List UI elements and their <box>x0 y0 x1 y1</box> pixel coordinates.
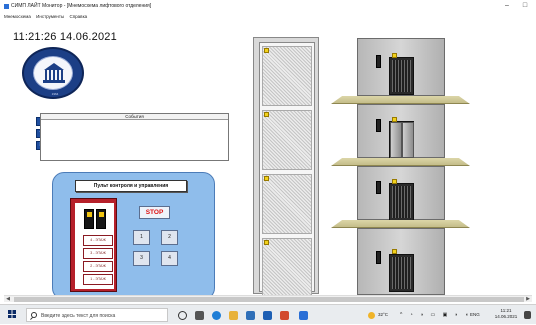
scroll-right-icon[interactable]: ▶ <box>524 296 532 303</box>
call-button-1[interactable]: 1 <box>133 230 150 245</box>
call-button-4[interactable]: 4 <box>161 251 178 266</box>
app-window: СИМП ЛАЙТ Монитор - [Мнемосхема лифтовог… <box>0 0 536 324</box>
taskbar-search-input[interactable]: Введите здесь текст для поиска <box>26 308 168 322</box>
horizontal-scrollbar[interactable]: ◀ ▶ <box>4 295 532 302</box>
cabin-control-box: 4 - ЭТАЖ 3 - ЭТАЖ 2 - ЭТАЖ 1 - ЭТАЖ <box>70 198 117 292</box>
cabin-lamp-icon <box>87 212 92 217</box>
door-leaf-right <box>402 122 414 158</box>
elevator-door-floor-2 <box>389 183 414 221</box>
floor-2-wall <box>357 166 445 221</box>
shaft-cell-floor-3 <box>262 110 312 170</box>
floor-tag-icon <box>392 117 397 122</box>
door-gate <box>392 257 411 289</box>
floor-3-wall <box>357 104 445 159</box>
floor-tag-icon <box>392 53 397 58</box>
taskbar-clock[interactable]: 11:21 14.06.2021 <box>493 308 519 320</box>
elevator-door-floor-1 <box>389 254 414 292</box>
app-pinned-icon[interactable] <box>263 311 272 320</box>
elevator-shaft <box>253 37 319 298</box>
stop-button[interactable]: STOP <box>139 206 170 219</box>
search-icon <box>31 312 37 318</box>
cabin-control-inner: 4 - ЭТАЖ 3 - ЭТАЖ 2 - ЭТАЖ 1 - ЭТАЖ <box>75 203 114 289</box>
cabin-door-right <box>96 209 106 229</box>
weather-temp: 32°C <box>378 312 389 317</box>
language-indicator[interactable]: ENG <box>470 305 480 325</box>
floor-3-slab <box>331 158 470 166</box>
door-gate <box>392 60 411 92</box>
menu-item-help[interactable]: Справка <box>69 14 87 19</box>
floor-4-button[interactable]: 4 - ЭТАЖ <box>83 235 113 246</box>
minimize-button[interactable]: – <box>500 0 514 12</box>
floor-tag-icon <box>264 176 269 181</box>
scrollbar-thumb[interactable] <box>14 297 524 302</box>
notification-icon[interactable] <box>524 311 531 319</box>
logo-year: 1964 <box>51 92 59 96</box>
task-view-icon[interactable] <box>195 311 204 320</box>
building-roof-icon <box>44 63 64 70</box>
floor-4-wall <box>357 38 445 96</box>
weather-icon[interactable] <box>368 312 375 319</box>
app-pinned-icon-2[interactable] <box>280 311 289 320</box>
menu-bar: Мнемосхема Инструменты Справка <box>0 12 536 21</box>
call-panel-icon[interactable] <box>376 119 381 132</box>
cabin-lamp-icon <box>99 212 104 217</box>
logo-emblem <box>33 56 73 90</box>
tray-icons[interactable]: ^ ◔ ◑ ▭ ▣ ◗ ◖ <box>400 305 471 325</box>
taskbar-date: 14.06.2021 <box>494 314 518 319</box>
store-icon[interactable] <box>246 311 255 320</box>
shaft-cell-floor-1 <box>262 238 312 298</box>
floor-tag-icon <box>264 240 269 245</box>
university-logo: 1964 <box>22 47 84 99</box>
floor-tag-icon <box>392 249 397 254</box>
building-floors <box>331 38 470 295</box>
search-placeholder: Введите здесь текст для поиска <box>41 313 116 319</box>
events-list[interactable]: События <box>40 113 229 161</box>
control-panel: Пульт контроля и управления 4 - ЭТАЖ 3 -… <box>52 172 215 300</box>
shaft-cell-floor-4 <box>262 46 312 106</box>
floor-3-button[interactable]: 3 - ЭТАЖ <box>83 248 113 259</box>
call-button-3[interactable]: 3 <box>133 251 150 266</box>
simp-app-icon[interactable] <box>299 311 308 320</box>
taskbar: Введите здесь текст для поиска 32°C ^ ◔ … <box>0 304 536 324</box>
file-explorer-icon[interactable] <box>229 311 238 320</box>
maximize-button[interactable]: □ <box>518 0 532 12</box>
floor-2-slab <box>331 220 470 228</box>
edge-icon[interactable] <box>212 311 221 320</box>
call-panel-icon[interactable] <box>376 251 381 264</box>
window-title: СИМП ЛАЙТ Монитор - [Мнемосхема лифтовог… <box>11 3 152 9</box>
building-columns-icon <box>45 70 63 80</box>
floor-tag-icon <box>264 48 269 53</box>
cabin-door-left <box>84 209 94 229</box>
call-panel-icon[interactable] <box>376 181 381 194</box>
call-panel-icon[interactable] <box>376 55 381 68</box>
events-header: События <box>41 114 228 120</box>
menu-item-mnemonic[interactable]: Мнемосхема <box>4 14 31 19</box>
scroll-left-icon[interactable]: ◀ <box>4 296 12 303</box>
elevator-door-floor-3 <box>389 121 414 159</box>
floor-tag-icon <box>264 112 269 117</box>
building-base-icon <box>43 80 65 83</box>
datetime-display: 11:21:26 14.06.2021 <box>13 31 117 43</box>
control-panel-title: Пульт контроля и управления <box>75 180 187 192</box>
door-leaf-left <box>390 122 402 158</box>
floor-tag-icon <box>392 179 397 184</box>
shaft-cell-floor-2 <box>262 174 312 234</box>
app-icon <box>4 4 9 9</box>
floor-1-button[interactable]: 1 - ЭТАЖ <box>83 274 113 285</box>
door-gate <box>392 186 411 218</box>
windows-start-icon[interactable] <box>8 310 16 318</box>
menu-item-tools[interactable]: Инструменты <box>36 14 64 19</box>
elevator-door-floor-4 <box>389 57 414 95</box>
floor-2-button[interactable]: 2 - ЭТАЖ <box>83 261 113 272</box>
floor-4-slab <box>331 96 470 104</box>
cortana-icon[interactable] <box>178 311 187 320</box>
floor-1-wall <box>357 228 445 295</box>
title-bar: СИМП ЛАЙТ Монитор - [Мнемосхема лифтовог… <box>0 0 536 12</box>
call-button-2[interactable]: 2 <box>161 230 178 245</box>
